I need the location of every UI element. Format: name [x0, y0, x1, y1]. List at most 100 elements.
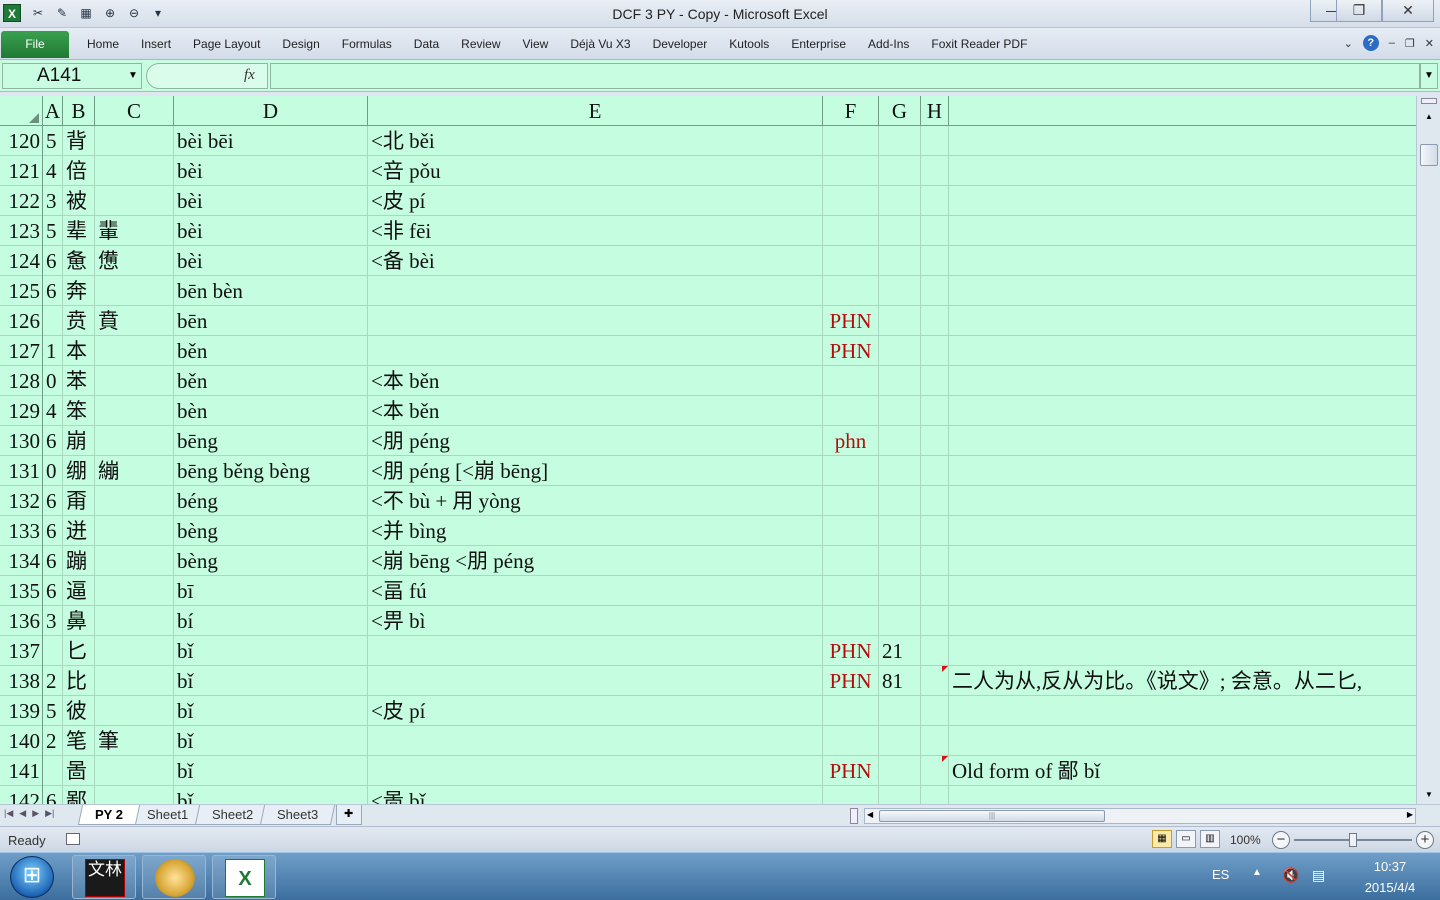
cell-a[interactable]: 3	[43, 186, 63, 216]
cell-f[interactable]	[823, 276, 879, 306]
cell-i[interactable]	[949, 156, 1416, 186]
cell-e[interactable]: <本 běn	[368, 366, 823, 396]
cell-f[interactable]	[823, 486, 879, 516]
row-header[interactable]: 130	[0, 426, 43, 456]
cell-g[interactable]	[879, 426, 921, 456]
cell-i[interactable]	[949, 426, 1416, 456]
zoom-in-icon[interactable]: +	[1416, 831, 1434, 849]
cell-i[interactable]	[949, 366, 1416, 396]
cell-a[interactable]	[43, 756, 63, 786]
row-header[interactable]: 127	[0, 336, 43, 366]
cell-b[interactable]: 绷	[63, 456, 95, 486]
restore-button[interactable]: ❐	[1336, 0, 1382, 22]
cell-e[interactable]: <崩 bēng <朋 péng	[368, 546, 823, 576]
scroll-down-icon[interactable]: ▼	[1421, 788, 1437, 802]
cell-c[interactable]	[95, 576, 174, 606]
cell-f[interactable]	[823, 126, 879, 156]
cell-h[interactable]	[921, 426, 949, 456]
cell-c[interactable]	[95, 366, 174, 396]
cell-e[interactable]: <并 bìng	[368, 516, 823, 546]
tab-enterprise[interactable]: Enterprise	[780, 28, 857, 60]
cell-c[interactable]: 筆	[95, 726, 174, 756]
cell-b[interactable]: 比	[63, 666, 95, 696]
cell-e[interactable]	[368, 756, 823, 786]
cell-a[interactable]: 4	[43, 396, 63, 426]
cell-d[interactable]: bēn	[174, 306, 368, 336]
cell-b[interactable]: 逼	[63, 576, 95, 606]
cell-e[interactable]: <备 bèi	[368, 246, 823, 276]
cell-i[interactable]	[949, 186, 1416, 216]
name-box[interactable]: A141	[2, 63, 142, 89]
cell-b[interactable]: 被	[63, 186, 95, 216]
sheet-tab-sheet2[interactable]: Sheet2	[195, 805, 271, 825]
cell-h[interactable]	[921, 576, 949, 606]
cell-a[interactable]: 6	[43, 786, 63, 804]
cell-i[interactable]	[949, 726, 1416, 756]
cell-i[interactable]: 二人为从,反从为比。《说文》; 会意。从二匕,	[949, 666, 1416, 696]
column-header-g[interactable]: G	[879, 96, 921, 126]
cell-i[interactable]	[949, 516, 1416, 546]
cell-d[interactable]: bí	[174, 606, 368, 636]
cell-h[interactable]	[921, 276, 949, 306]
page-break-view-icon[interactable]: ▥	[1200, 830, 1220, 848]
row-header[interactable]: 120	[0, 126, 43, 156]
cell-b[interactable]: 本	[63, 336, 95, 366]
volume-muted-icon[interactable]: 🔇	[1282, 867, 1299, 884]
cell-h[interactable]	[921, 126, 949, 156]
cell-e[interactable]: <北 běi	[368, 126, 823, 156]
row-header[interactable]: 138	[0, 666, 43, 696]
cell-h[interactable]	[921, 636, 949, 666]
cell-g[interactable]	[879, 516, 921, 546]
tab-review[interactable]: Review	[450, 28, 511, 60]
cell-h[interactable]	[921, 186, 949, 216]
cell-c[interactable]	[95, 396, 174, 426]
zoom-slider-thumb[interactable]	[1349, 833, 1357, 847]
cell-e[interactable]	[368, 636, 823, 666]
tab-d-j-vu-x3[interactable]: Déjà Vu X3	[559, 28, 641, 60]
cell-g[interactable]	[879, 726, 921, 756]
row-header[interactable]: 142	[0, 786, 43, 804]
name-box-dropdown-icon[interactable]: ▼	[124, 63, 142, 89]
column-header-d[interactable]: D	[174, 96, 368, 126]
cell-d[interactable]: bēng	[174, 426, 368, 456]
language-indicator[interactable]: ES	[1212, 867, 1229, 882]
cell-e[interactable]: <畀 bì	[368, 606, 823, 636]
cell-f[interactable]	[823, 456, 879, 486]
select-all-corner[interactable]	[0, 96, 43, 126]
cell-c[interactable]	[95, 546, 174, 576]
row-header[interactable]: 131	[0, 456, 43, 486]
cell-e[interactable]: <非 fēi	[368, 216, 823, 246]
cell-c[interactable]	[95, 186, 174, 216]
tab-page-layout[interactable]: Page Layout	[182, 28, 271, 60]
network-icon[interactable]: ▤	[1312, 867, 1325, 884]
row-header[interactable]: 129	[0, 396, 43, 426]
cell-d[interactable]: bèng	[174, 516, 368, 546]
column-header-c[interactable]: C	[95, 96, 174, 126]
cell-c[interactable]	[95, 516, 174, 546]
cell-b[interactable]: 笔	[63, 726, 95, 756]
cell-d[interactable]: bǐ	[174, 696, 368, 726]
cell-a[interactable]: 6	[43, 426, 63, 456]
cell-b[interactable]: 匕	[63, 636, 95, 666]
cell-a[interactable]	[43, 306, 63, 336]
cell-b[interactable]: 惫	[63, 246, 95, 276]
cell-i[interactable]: Old form of 鄙 bǐ	[949, 756, 1416, 786]
row-header[interactable]: 135	[0, 576, 43, 606]
cell-b[interactable]: 甭	[63, 486, 95, 516]
row-header[interactable]: 133	[0, 516, 43, 546]
column-header-a[interactable]: A	[43, 96, 63, 126]
cell-d[interactable]: bèn	[174, 396, 368, 426]
cell-g[interactable]	[879, 606, 921, 636]
row-header[interactable]: 121	[0, 156, 43, 186]
row-header[interactable]: 136	[0, 606, 43, 636]
cell-b[interactable]: 崩	[63, 426, 95, 456]
cell-c[interactable]: 繃	[95, 456, 174, 486]
cell-i[interactable]	[949, 246, 1416, 276]
cell-h[interactable]	[921, 756, 949, 786]
help-icon[interactable]: ?	[1362, 35, 1379, 51]
cell-e[interactable]: <皮 pí	[368, 696, 823, 726]
cell-h[interactable]	[921, 156, 949, 186]
column-header-h[interactable]: H	[921, 96, 949, 126]
ribbon-collapse-icon[interactable]: ⌄	[1344, 37, 1353, 50]
cell-a[interactable]: 5	[43, 216, 63, 246]
